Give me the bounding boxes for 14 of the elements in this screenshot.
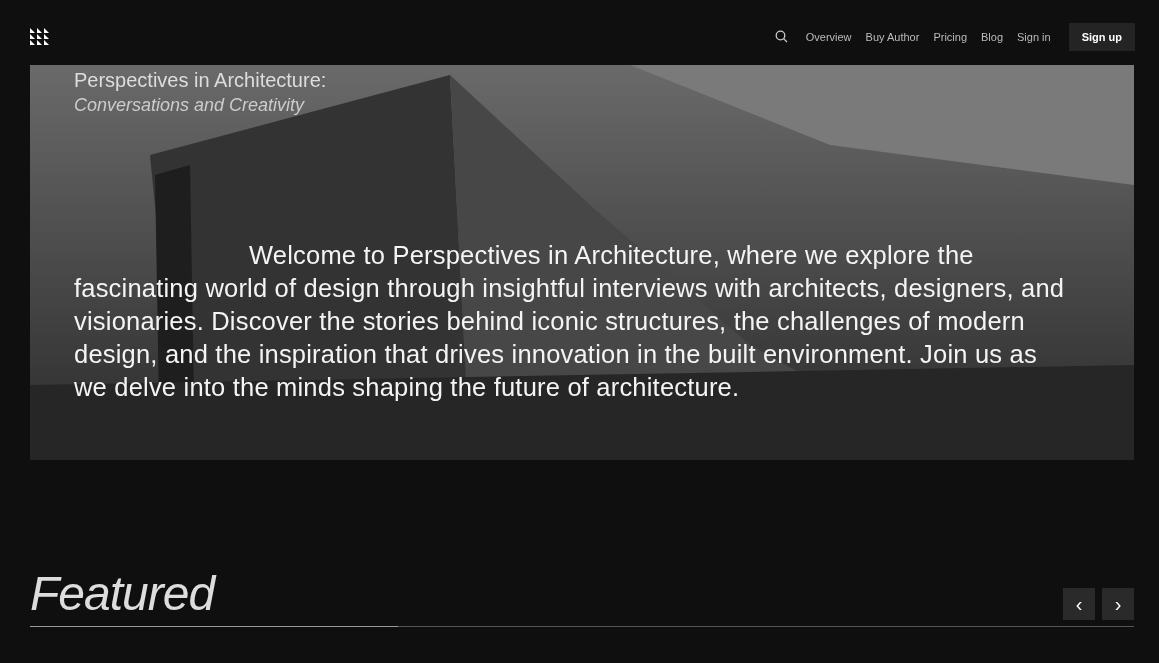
- nav-link[interactable]: Sign in: [1017, 30, 1051, 43]
- intro-paragraph: Welcome to Perspectives in Architecture, where we explore the fascinating world of design through insightful interviews with architects, designers, and visionaries. Discover the stories behind iconic structures, the challenges of modern design, and the inspiration that drives innovation in the built environment. Join us as we delve into the minds shaping the future of architecture.: [74, 240, 1066, 403]
- section-heading: Featured: [30, 568, 215, 620]
- hero-subtitle: Conversations and Creativity: [74, 94, 306, 117]
- next-button[interactable]: ›: [1102, 588, 1134, 620]
- hero-title: Perspectives in Architecture:: [74, 68, 328, 93]
- sign-up-button[interactable]: Sign up: [1068, 22, 1135, 51]
- nav-link[interactable]: Buy Author: [865, 30, 920, 43]
- search-icon[interactable]: [774, 30, 788, 43]
- previous-button[interactable]: ‹: [1063, 588, 1095, 620]
- nav-link[interactable]: Pricing: [933, 30, 967, 43]
- nav-link[interactable]: Blog: [981, 30, 1004, 43]
- logo-icon[interactable]: [30, 27, 50, 46]
- nav-link[interactable]: Overview: [805, 30, 852, 43]
